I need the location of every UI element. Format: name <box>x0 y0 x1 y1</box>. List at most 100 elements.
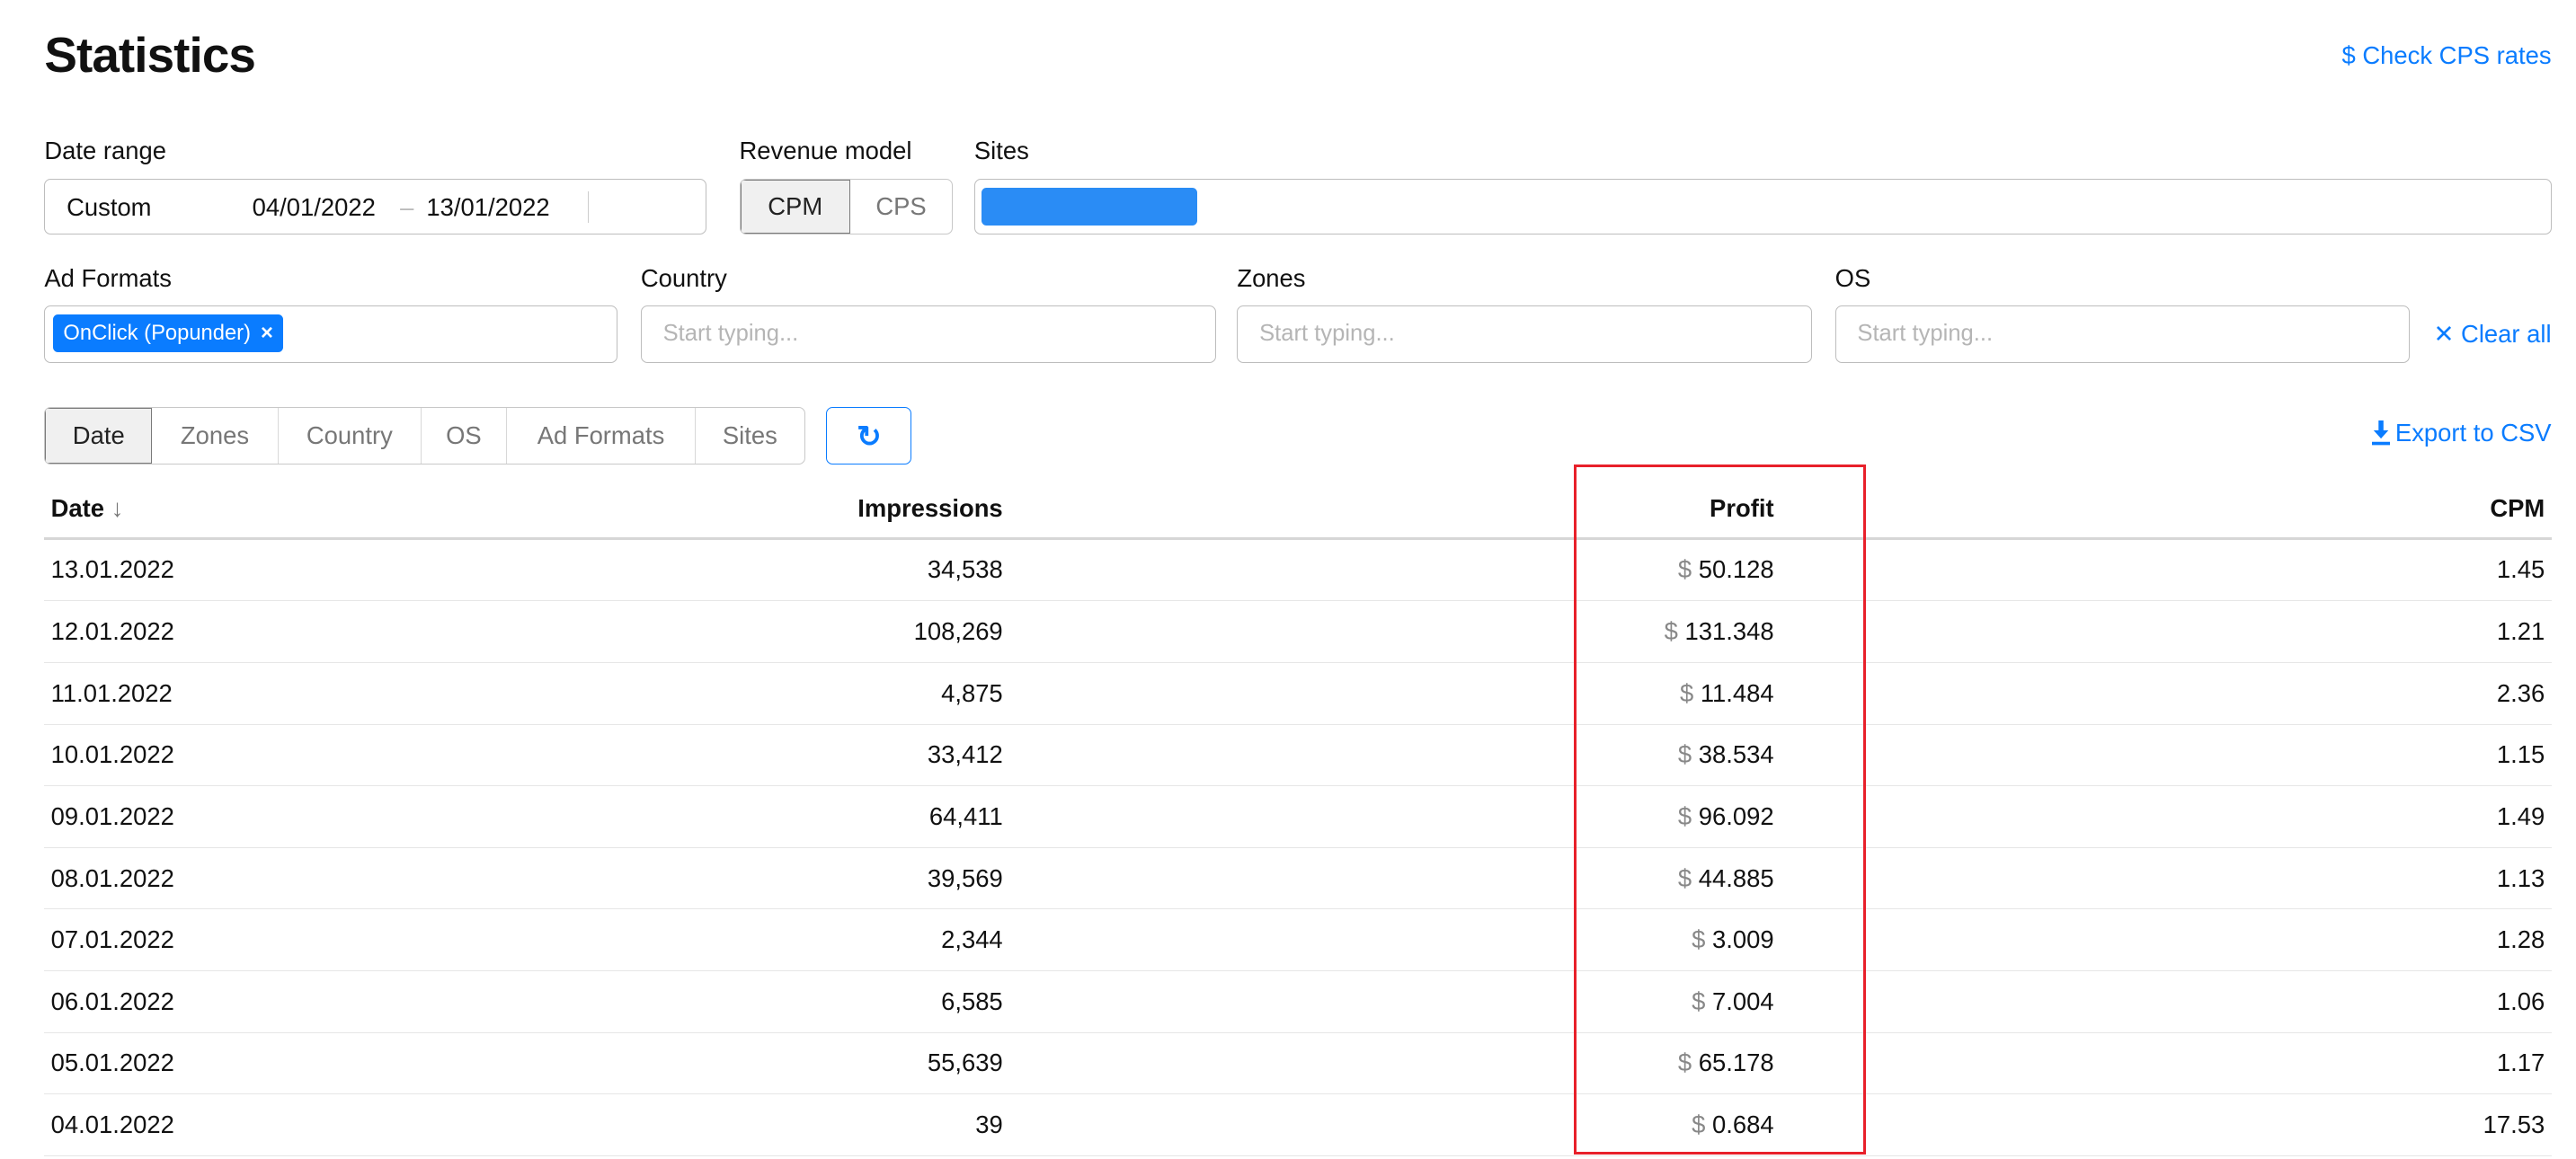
clear-all-button[interactable]: ✕ Clear all <box>2433 320 2551 349</box>
cell-profit: $ 96.092 <box>1009 786 1781 848</box>
cell-cpm: 1.17 <box>1781 1032 2552 1094</box>
revenue-cpm-option[interactable]: CPM <box>741 180 850 234</box>
profit-value: 0.684 <box>1712 1110 1774 1138</box>
cell-date: 10.01.2022 <box>44 724 181 786</box>
cell-cpm: 1.13 <box>1781 847 2552 909</box>
cell-date: 13.01.2022 <box>44 538 181 601</box>
profit-value: 38.534 <box>1699 740 1774 768</box>
country-input[interactable]: Start typing... <box>641 305 1216 363</box>
cell-impressions: 4,875 <box>181 662 1009 724</box>
cell-cpm: 1.15 <box>1781 724 2552 786</box>
cell-profit: $ 44.885 <box>1009 847 1781 909</box>
os-placeholder: Start typing... <box>1857 321 1993 347</box>
cell-profit: $ 7.004 <box>1009 971 1781 1033</box>
cell-cpm: 1.49 <box>1781 786 2552 848</box>
tab-sites[interactable]: Sites <box>696 408 804 464</box>
cell-date: 04.01.2022 <box>44 1094 181 1156</box>
cell-profit: $ 3.009 <box>1009 909 1781 971</box>
cell-impressions: 64,411 <box>181 786 1009 848</box>
profit-value: 96.092 <box>1699 802 1774 830</box>
ad-formats-input[interactable]: OnClick (Popunder) × <box>44 305 617 363</box>
currency-symbol: $ <box>1678 555 1692 583</box>
group-by-tabs[interactable]: Date Zones Country OS Ad Formats Sites <box>44 407 804 464</box>
profit-value: 3.009 <box>1712 925 1774 953</box>
tab-os[interactable]: OS <box>422 408 507 464</box>
tab-ad-formats[interactable]: Ad Formats <box>507 408 696 464</box>
sites-label: Sites <box>974 137 1029 165</box>
tab-country[interactable]: Country <box>279 408 422 464</box>
table-row: 13.01.2022 34,538 $ 50.128 1.45 <box>44 538 2551 601</box>
statistics-table: Date ↓ Impressions Profit CPM 13.01.2022… <box>44 480 2551 1156</box>
zones-input[interactable]: Start typing... <box>1237 305 1812 363</box>
date-range-picker[interactable]: Custom 04/01/2022 – 13/01/2022 <box>44 179 706 234</box>
export-label: Export to CSV <box>2395 419 2552 447</box>
site-chip-redacted[interactable] <box>982 188 1196 226</box>
page-title: Statistics <box>44 26 255 84</box>
cell-cpm: 17.53 <box>1781 1094 2552 1156</box>
chip-remove-icon[interactable]: × <box>261 321 273 346</box>
currency-symbol: $ <box>1692 925 1705 953</box>
table-row: 11.01.2022 4,875 $ 11.484 2.36 <box>44 662 2551 724</box>
col-cpm[interactable]: CPM <box>1781 480 2552 538</box>
table-row: 09.01.2022 64,411 $ 96.092 1.49 <box>44 786 2551 848</box>
date-to[interactable]: 13/01/2022 <box>426 193 549 222</box>
country-label: Country <box>641 264 727 293</box>
export-csv-button[interactable]: Export to CSV <box>2372 419 2551 447</box>
date-preset[interactable]: Custom <box>67 193 151 222</box>
cell-impressions: 39 <box>181 1094 1009 1156</box>
cell-profit: $ 131.348 <box>1009 601 1781 663</box>
cell-date: 08.01.2022 <box>44 847 181 909</box>
table-row: 10.01.2022 33,412 $ 38.534 1.15 <box>44 724 2551 786</box>
refresh-icon: ↻ <box>857 419 882 454</box>
currency-symbol: $ <box>1665 617 1678 645</box>
cell-date: 07.01.2022 <box>44 909 181 971</box>
cell-date: 11.01.2022 <box>44 662 181 724</box>
refresh-button[interactable]: ↻ <box>826 407 911 464</box>
table-row: 06.01.2022 6,585 $ 7.004 1.06 <box>44 971 2551 1033</box>
sort-down-icon: ↓ <box>111 494 124 522</box>
cell-impressions: 39,569 <box>181 847 1009 909</box>
cell-cpm: 2.36 <box>1781 662 2552 724</box>
profit-value: 131.348 <box>1685 617 1774 645</box>
table-row: 12.01.2022 108,269 $ 131.348 1.21 <box>44 601 2551 663</box>
currency-symbol: $ <box>1680 679 1693 707</box>
cell-impressions: 34,538 <box>181 538 1009 601</box>
cell-cpm: 1.21 <box>1781 601 2552 663</box>
profit-value: 44.885 <box>1699 864 1774 892</box>
profit-value: 11.484 <box>1701 679 1774 707</box>
table-row: 04.01.2022 39 $ 0.684 17.53 <box>44 1094 2551 1156</box>
cell-impressions: 6,585 <box>181 971 1009 1033</box>
cell-profit: $ 50.128 <box>1009 538 1781 601</box>
cell-profit: $ 0.684 <box>1009 1094 1781 1156</box>
cell-profit: $ 11.484 <box>1009 662 1781 724</box>
cell-impressions: 108,269 <box>181 601 1009 663</box>
cell-date: 05.01.2022 <box>44 1032 181 1094</box>
col-impressions[interactable]: Impressions <box>181 480 1009 538</box>
date-separator: – <box>400 193 413 222</box>
sites-input[interactable] <box>974 179 2552 234</box>
revenue-cps-option[interactable]: CPS <box>850 180 952 234</box>
col-profit[interactable]: Profit <box>1009 480 1781 538</box>
currency-symbol: $ <box>1678 740 1692 768</box>
download-icon <box>2372 420 2390 445</box>
tab-date[interactable]: Date <box>45 408 152 464</box>
country-placeholder: Start typing... <box>663 321 799 347</box>
revenue-model-toggle[interactable]: CPM CPS <box>740 179 954 234</box>
currency-symbol: $ <box>1692 1110 1705 1138</box>
cell-date: 09.01.2022 <box>44 786 181 848</box>
col-date[interactable]: Date ↓ <box>44 480 181 538</box>
profit-value: 65.178 <box>1699 1048 1774 1076</box>
table-header-row: Date ↓ Impressions Profit CPM <box>44 480 2551 538</box>
table-row: 07.01.2022 2,344 $ 3.009 1.28 <box>44 909 2551 971</box>
cell-profit: $ 65.178 <box>1009 1032 1781 1094</box>
os-input[interactable]: Start typing... <box>1835 305 2411 363</box>
date-from[interactable]: 04/01/2022 <box>253 193 376 222</box>
cell-impressions: 2,344 <box>181 909 1009 971</box>
cell-profit: $ 38.534 <box>1009 724 1781 786</box>
cell-cpm: 1.28 <box>1781 909 2552 971</box>
zones-label: Zones <box>1237 264 1305 293</box>
ad-formats-label: Ad Formats <box>44 264 172 293</box>
check-cps-rates-link[interactable]: $ Check CPS rates <box>2342 41 2552 70</box>
cell-cpm: 1.06 <box>1781 971 2552 1033</box>
tab-zones[interactable]: Zones <box>152 408 279 464</box>
